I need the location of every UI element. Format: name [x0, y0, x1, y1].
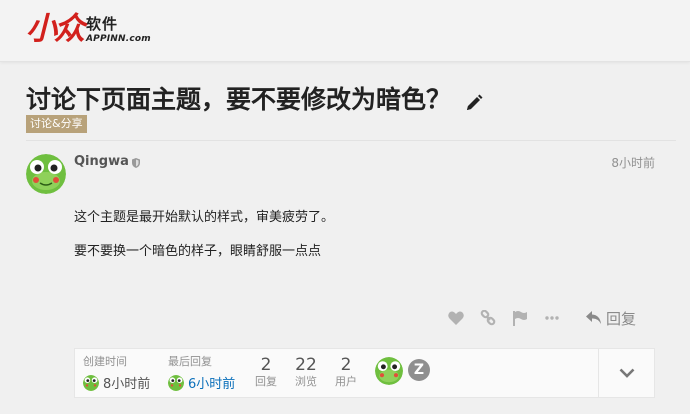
topic-title-text: 讨论下页面主题，要不要修改为暗色？	[26, 85, 452, 114]
topic-map: 创建时间 8小时前 最后回复 6小时前 2 回复 22 浏览 2 用户 Z	[74, 348, 655, 398]
topic-title: 讨论下页面主题，要不要修改为暗色？	[26, 80, 483, 116]
users-label: 用户	[335, 375, 357, 388]
views-label: 浏览	[295, 375, 317, 388]
post-paragraph: 这个主题是最开始默认的样式，审美疲劳了。	[74, 210, 335, 225]
expand-topic-map-button[interactable]	[599, 349, 655, 397]
logo-mark: 小众	[26, 11, 85, 47]
flag-icon[interactable]	[504, 306, 536, 330]
post-author-name: Qingwa	[74, 154, 129, 169]
category-badge[interactable]: 讨论&分享	[26, 115, 87, 133]
like-heart-icon[interactable]	[440, 306, 472, 330]
last-reply-label: 最后回复	[168, 355, 212, 368]
logo-text-en: APPINN.com	[86, 34, 151, 44]
share-link-icon[interactable]	[472, 306, 504, 330]
post-author[interactable]: Qingwa	[74, 154, 140, 169]
created-value: 8小时前	[103, 377, 151, 392]
views-stat: 22 浏览	[286, 355, 326, 389]
site-header: 小众 软件 APPINN.com	[0, 0, 690, 62]
post-paragraph: 要不要换一个暗色的样子，眼睛舒服一点点	[74, 244, 322, 259]
moderator-shield-icon	[131, 157, 140, 168]
topic-created: 创建时间 8小时前	[83, 355, 150, 392]
divider	[26, 140, 676, 141]
last-replier-avatar[interactable]	[168, 374, 184, 391]
edit-pencil-icon[interactable]	[465, 89, 483, 110]
last-reply-value: 6小时前	[188, 377, 236, 392]
users-stat: 2 用户	[326, 355, 366, 389]
chevron-down-icon	[619, 368, 635, 378]
post-body: 这个主题是最开始默认的样式，审美疲劳了。 要不要换一个暗色的样子，眼睛舒服一点点	[74, 208, 334, 276]
replies-count: 2	[260, 355, 272, 375]
replies-label: 回复	[255, 375, 277, 388]
users-count: 2	[340, 355, 352, 375]
site-logo[interactable]: 小众 软件 APPINN.com	[26, 10, 151, 47]
more-options-icon[interactable]	[536, 306, 568, 330]
reply-label: 回复	[606, 309, 637, 328]
user-avatar[interactable]	[26, 154, 66, 194]
post-actions: 回复	[440, 306, 660, 330]
participant-avatar-letter[interactable]: Z	[408, 359, 430, 381]
created-label: 创建时间	[83, 355, 127, 368]
participant-avatar[interactable]	[375, 357, 403, 385]
post-date[interactable]: 8小时前	[611, 154, 655, 171]
views-count: 22	[295, 355, 317, 375]
replies-stat: 2 回复	[246, 355, 286, 389]
reply-button[interactable]: 回复	[586, 308, 636, 329]
logo-text-cn: 软件	[86, 15, 119, 33]
creator-avatar[interactable]	[83, 374, 99, 391]
reply-arrow-icon	[586, 311, 601, 324]
topic-last-reply[interactable]: 最后回复 6小时前	[168, 355, 235, 392]
